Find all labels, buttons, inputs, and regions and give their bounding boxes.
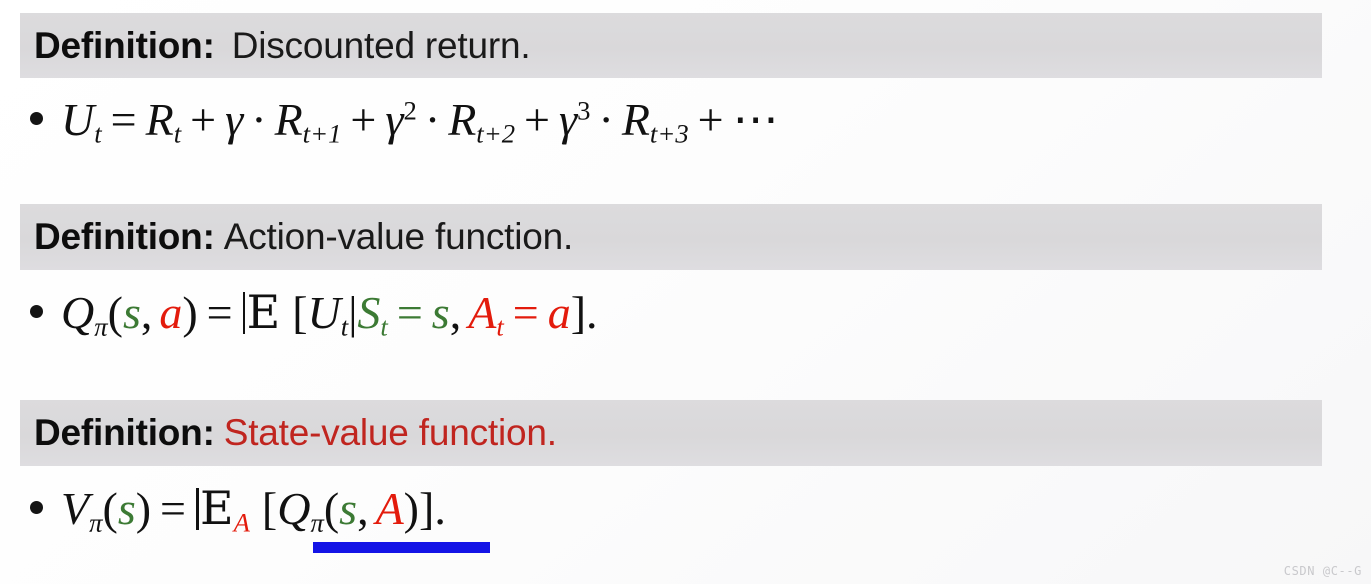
math-cond2-sub-t: t <box>496 311 504 342</box>
math-expectation-sub-A: A <box>233 507 250 538</box>
math-plus-1: + <box>190 94 217 145</box>
math-plus-3: + <box>524 94 550 145</box>
math-plus-4: + <box>697 94 724 145</box>
math-open-paren: ( <box>107 287 123 338</box>
math-gamma-2: γ <box>385 94 404 145</box>
definition-band-discounted-return: Definition: Discounted return. <box>20 13 1322 78</box>
math-var-Q: Q <box>61 287 95 338</box>
bullet-icon <box>30 112 43 125</box>
formula-discounted-return-expression: Ut = Rt + γ · Rt+1 + γ2 · Rt+2 + γ3 · Rt+3 + ⋯ <box>61 94 779 149</box>
math-close-paren: ) <box>182 287 198 338</box>
math-cond1-var-S: S <box>357 287 381 338</box>
math-comma: , <box>357 483 369 534</box>
math-sub-t1: t <box>173 118 182 149</box>
math-inner-close-paren: ) <box>403 483 419 534</box>
math-inner-open-paren: ( <box>323 483 340 534</box>
math-close-bracket: ] <box>570 287 587 338</box>
math-cond1-value-s: s <box>431 287 450 338</box>
definition-band-state-value-function: Definition: State-value function. <box>20 400 1322 466</box>
math-arg-s: s <box>122 287 141 338</box>
math-inner-var-U: U <box>307 287 341 338</box>
math-var-R2: R <box>274 94 303 145</box>
math-inner-sub-pi: π <box>310 507 324 538</box>
math-inner-var-Q: Q <box>277 483 311 534</box>
math-cond2-var-A: A <box>468 287 497 338</box>
math-cdot-1: · <box>251 94 267 145</box>
blue-highlight-underline <box>313 542 490 553</box>
math-gamma-exp-2: 2 <box>403 95 417 126</box>
math-var-V: V <box>61 483 90 534</box>
math-ellipsis: ⋯ <box>732 94 779 145</box>
bullet-icon <box>30 305 43 318</box>
formula-state-value-function: Vπ(s) = EA [Qπ(s, A)]. <box>30 483 446 538</box>
formula-action-value-expression: Qπ(s, a) = E [Ut|St = s, At = a]. <box>61 287 598 342</box>
math-gamma-1: γ <box>225 94 244 145</box>
math-plus-2: + <box>350 94 377 145</box>
csdn-watermark: CSDN @C--G <box>1283 564 1362 578</box>
math-equals: = <box>110 94 137 145</box>
math-period: . <box>434 483 446 534</box>
math-cond2-equals: = <box>512 287 539 338</box>
math-var-R3: R <box>448 94 477 145</box>
math-var-R4: R <box>621 94 650 145</box>
math-comma-2: , <box>449 287 462 338</box>
math-cond1-equals: = <box>396 287 423 338</box>
math-cond2-value-a: a <box>547 287 571 338</box>
math-inner-arg-A: A <box>375 483 404 534</box>
formula-action-value-function: Qπ(s, a) = E [Ut|St = s, At = a]. <box>30 287 598 342</box>
slide-canvas: Definition: Discounted return. Ut = Rt + γ · R… <box>0 0 1371 584</box>
math-close-paren: ) <box>135 483 152 534</box>
math-cdot-2: · <box>424 94 441 145</box>
math-sub-pi: π <box>89 507 103 538</box>
bullet-icon <box>30 501 43 514</box>
formula-discounted-return: Ut = Rt + γ · Rt+1 + γ2 · Rt+2 + γ3 · Rt+3 + ⋯ <box>30 94 779 149</box>
math-open-bracket: [ <box>261 483 278 534</box>
definition-label-3: Definition: <box>34 412 215 453</box>
definition-title-1: Discounted return. <box>231 24 531 66</box>
definition-title-3: State-value function. <box>223 412 557 453</box>
math-gamma-3: γ <box>559 94 578 145</box>
math-open-bracket: [ <box>292 287 308 338</box>
math-sub-t: t <box>94 118 102 149</box>
definition-title-2: Action-value function. <box>223 216 574 257</box>
math-expectation-E: E <box>195 484 234 533</box>
math-cond1-sub-t: t <box>380 311 388 342</box>
math-equals: = <box>206 287 233 338</box>
math-var-R1: R <box>145 94 174 145</box>
math-gamma-exp-3: 3 <box>577 95 591 126</box>
math-arg-a: a <box>159 287 183 338</box>
math-close-bracket: ] <box>419 483 435 534</box>
math-comma: , <box>140 287 153 338</box>
math-cdot-3: · <box>598 94 614 145</box>
math-sub-t2: t+1 <box>302 118 342 149</box>
math-arg-s: s <box>117 483 136 534</box>
math-sub-t4: t+3 <box>649 118 689 149</box>
math-inner-arg-s: s <box>339 483 358 534</box>
definition-label-2: Definition: <box>34 216 215 257</box>
definition-label-1: Definition: <box>34 24 215 66</box>
math-sub-pi: π <box>94 311 108 342</box>
formula-state-value-expression: Vπ(s) = EA [Qπ(s, A)]. <box>61 483 446 538</box>
definition-band-action-value-function: Definition: Action-value function. <box>20 204 1322 270</box>
math-sub-t3: t+2 <box>476 118 516 149</box>
math-expectation-E: E <box>242 288 280 337</box>
math-var-U: U <box>61 94 95 145</box>
math-open-paren: ( <box>102 483 118 534</box>
math-period: . <box>586 287 598 338</box>
math-equals: = <box>160 483 186 534</box>
